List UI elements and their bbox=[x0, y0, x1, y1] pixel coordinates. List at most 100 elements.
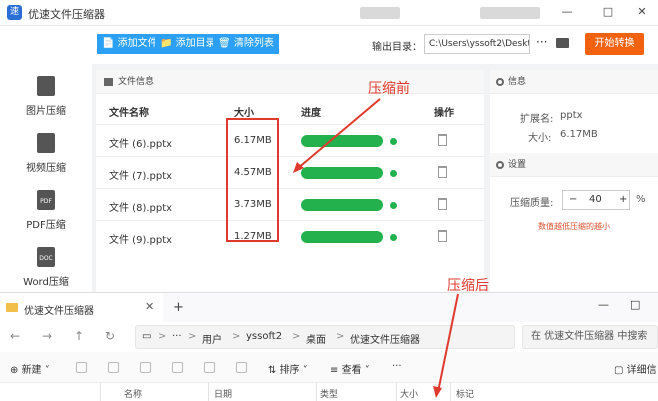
done-dot-icon bbox=[390, 138, 397, 145]
sidebar-item-pdf[interactable]: PDF PDF压缩 bbox=[0, 190, 92, 231]
settings-header: 设置 bbox=[490, 153, 658, 177]
browse-more-button[interactable]: ··· bbox=[536, 35, 547, 49]
increment-button[interactable]: + bbox=[619, 194, 627, 205]
view-button[interactable]: ≡ 查看 ˅ bbox=[330, 361, 370, 376]
file-row[interactable]: 文件 (8).pptx 3.73MB bbox=[96, 188, 484, 220]
info-header: 信息 bbox=[490, 70, 658, 94]
annotation-arrow-after bbox=[433, 293, 459, 398]
forward-icon[interactable]: → bbox=[42, 329, 52, 343]
back-icon[interactable]: ← bbox=[10, 329, 20, 343]
breadcrumb-item[interactable]: 用户 bbox=[202, 331, 222, 346]
new-tab-button[interactable]: + bbox=[173, 300, 184, 315]
file-panel-title: 文件信息 bbox=[118, 77, 155, 87]
delete-icon[interactable] bbox=[438, 134, 447, 146]
progress-bar bbox=[301, 199, 383, 211]
sidebar-item-word[interactable]: DOC Word压缩 bbox=[0, 247, 92, 288]
explorer-maximize-button[interactable]: □ bbox=[630, 298, 640, 311]
file-panel-header: 文件信息 bbox=[96, 70, 484, 94]
column-name[interactable]: 名称 bbox=[124, 387, 142, 400]
copy-icon[interactable] bbox=[108, 362, 119, 373]
maximize-button[interactable]: □ bbox=[598, 3, 618, 21]
more-options-button[interactable]: ··· bbox=[392, 361, 402, 372]
search-input[interactable]: 在 优速文件压缩器 中搜索 bbox=[522, 325, 658, 349]
file-row[interactable]: 文件 (9).pptx 1.27MB bbox=[96, 220, 484, 252]
quality-stepper[interactable]: − 40 + bbox=[562, 190, 630, 210]
add-folder-button[interactable]: 📁 添加目录 bbox=[155, 34, 221, 54]
column-type[interactable]: 类型 bbox=[320, 387, 338, 400]
blurred-region bbox=[480, 7, 540, 19]
delete-icon[interactable] bbox=[438, 198, 447, 210]
open-folder-icon[interactable] bbox=[556, 38, 569, 48]
column-divider bbox=[396, 383, 397, 401]
tab-close-button[interactable]: ✕ bbox=[145, 300, 154, 313]
minimize-button[interactable]: — bbox=[557, 3, 577, 21]
breadcrumb-item[interactable]: 优速文件压缩器 bbox=[350, 331, 420, 346]
sidebar-item-video[interactable]: 视频压缩 bbox=[0, 133, 92, 174]
ext-label: 扩展名: bbox=[520, 114, 554, 125]
delete-icon[interactable] bbox=[438, 166, 447, 178]
share-icon[interactable] bbox=[204, 362, 215, 373]
column-divider bbox=[316, 383, 317, 401]
explorer-tab[interactable]: 优速文件压缩器 ✕ bbox=[0, 293, 163, 322]
col-header-size: 大小 bbox=[234, 108, 254, 119]
settings-title: 设置 bbox=[508, 160, 527, 170]
app-title: 优速文件压缩器 bbox=[28, 8, 105, 21]
gear-icon bbox=[496, 161, 504, 169]
quality-hint: 数值越低压缩的越小 bbox=[538, 222, 610, 231]
title-bar: 速 优速文件压缩器 — □ ✕ bbox=[0, 0, 658, 26]
close-button[interactable]: ✕ bbox=[632, 3, 652, 21]
delete-icon[interactable] bbox=[236, 362, 247, 373]
decrement-button[interactable]: − bbox=[569, 194, 577, 205]
done-dot-icon bbox=[390, 202, 397, 209]
delete-icon[interactable] bbox=[438, 230, 447, 242]
file-name: 文件 (8).pptx bbox=[109, 203, 173, 214]
computer-icon: ▭ bbox=[142, 331, 152, 342]
folder-icon bbox=[6, 303, 18, 312]
column-divider bbox=[208, 383, 209, 401]
info-panel: 信息 bbox=[490, 70, 658, 292]
rename-icon[interactable] bbox=[172, 362, 183, 373]
explorer-column-headers: 名称 日期 类型 大小 标记 bbox=[0, 383, 658, 401]
new-button[interactable]: ⊕ 新建 ˅ bbox=[10, 361, 50, 376]
breadcrumb-item[interactable]: yssoft2 bbox=[246, 331, 282, 342]
explorer-nav-bar: ← → ↑ ↻ ▭ > ··· > 用户 > yssoft2 > 桌面 > 优速… bbox=[0, 322, 658, 352]
toolbar: 📄 添加文件 📁 添加目录 🗑 清除列表 输出目录： C:\Users\ysso… bbox=[0, 26, 658, 64]
output-dir-label: 输出目录： bbox=[372, 42, 422, 53]
percent-unit: % bbox=[636, 194, 646, 205]
cut-icon[interactable] bbox=[76, 362, 87, 373]
quality-label: 压缩质量: bbox=[510, 198, 554, 209]
video-file-icon bbox=[37, 133, 55, 153]
file-name: 文件 (7).pptx bbox=[109, 171, 173, 182]
file-name: 文件 (6).pptx bbox=[109, 139, 173, 150]
path-sep: > bbox=[232, 331, 241, 342]
done-dot-icon bbox=[390, 234, 397, 241]
quality-value[interactable]: 40 bbox=[589, 194, 602, 205]
explorer-minimize-button[interactable]: — bbox=[598, 298, 609, 311]
path-sep: > bbox=[336, 331, 345, 342]
output-path-field[interactable]: C:\Users\yssoft2\Deskt bbox=[424, 34, 530, 54]
tab-title: 优速文件压缩器 bbox=[24, 306, 94, 317]
word-file-icon: DOC bbox=[37, 247, 55, 267]
start-convert-button[interactable]: 开始转换 bbox=[585, 33, 644, 55]
up-icon[interactable]: ↑ bbox=[74, 329, 84, 343]
sidebar-item-image[interactable]: 图片压缩 bbox=[0, 76, 92, 117]
details-pane-button[interactable]: ▢ 详细信 bbox=[614, 361, 657, 376]
annotation-arrow-before bbox=[293, 98, 381, 173]
add-file-button[interactable]: 📄 添加文件 bbox=[97, 34, 163, 54]
blurred-region bbox=[360, 7, 400, 19]
explorer-command-bar: ⊕ 新建 ˅ ⇅ 排序 ˅ ≡ 查看 ˅ ··· ▢ 详细信 bbox=[0, 353, 658, 383]
compressor-app-window: 速 优速文件压缩器 — □ ✕ 📄 添加文件 📁 添加目录 🗑 清除列表 输出目… bbox=[0, 0, 658, 292]
clear-list-button[interactable]: 🗑 清除列表 bbox=[213, 34, 279, 54]
col-header-action: 操作 bbox=[434, 108, 454, 119]
file-name: 文件 (9).pptx bbox=[109, 235, 173, 246]
sort-button[interactable]: ⇅ 排序 ˅ bbox=[268, 361, 308, 376]
column-size[interactable]: 大小 bbox=[400, 387, 418, 400]
paste-icon[interactable] bbox=[140, 362, 151, 373]
app-logo-icon: 速 bbox=[7, 5, 22, 20]
path-sep: > bbox=[188, 331, 197, 342]
info-title: 信息 bbox=[508, 77, 527, 87]
path-more[interactable]: ··· bbox=[172, 331, 182, 342]
refresh-icon[interactable]: ↻ bbox=[105, 329, 115, 343]
column-date[interactable]: 日期 bbox=[214, 387, 232, 400]
breadcrumb-item[interactable]: 桌面 bbox=[306, 331, 326, 346]
